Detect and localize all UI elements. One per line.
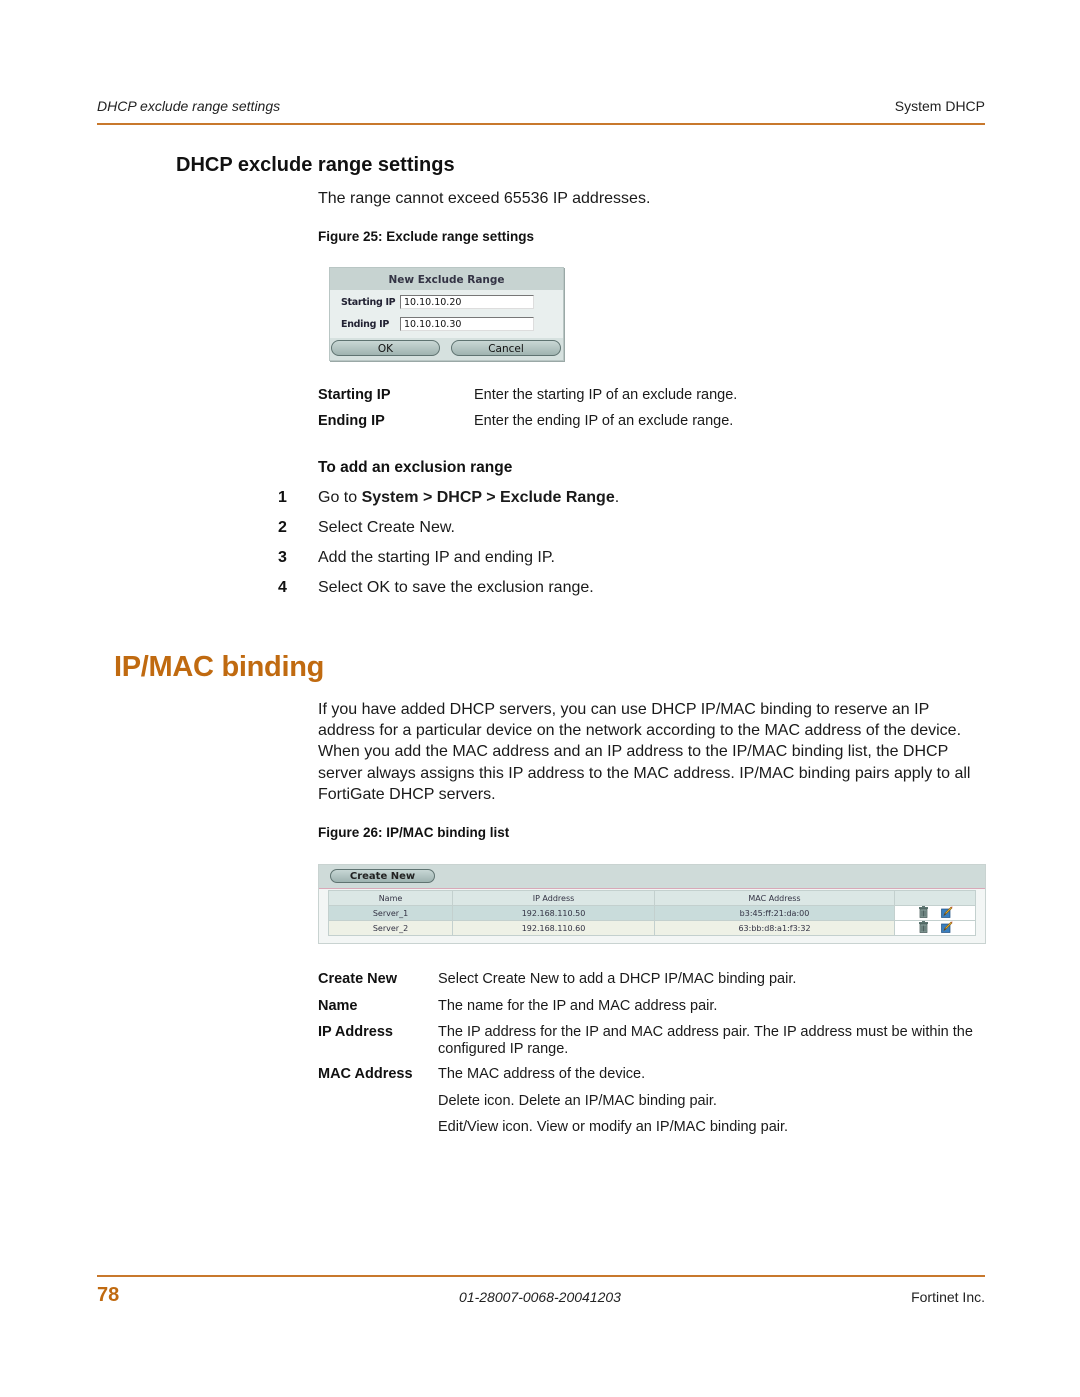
create-new-button[interactable]: Create New (330, 869, 435, 883)
starting-ip-input[interactable]: 10.10.10.20 (400, 295, 534, 309)
step-4-text: Select OK to save the exclusion range. (318, 579, 594, 596)
def-desc-name: The name for the IP and MAC address pair… (438, 998, 718, 1014)
step-2-text: Select Create New. (318, 519, 455, 536)
def-term-starting-ip: Starting IP (318, 387, 391, 403)
def-desc-ip-address: The IP address for the IP and MAC addres… (438, 1024, 973, 1057)
cell-ip: 192.168.110.60 (452, 920, 655, 936)
cell-actions (894, 920, 976, 936)
table-header-row: Name IP Address MAC Address (328, 890, 976, 906)
def-desc-create-new: Select Create New to add a DHCP IP/MAC b… (438, 971, 797, 987)
def-desc-starting-ip: Enter the starting IP of an exclude rang… (474, 387, 738, 403)
def-desc-mac-address: The MAC address of the device. (438, 1066, 646, 1082)
col-header-ip[interactable]: IP Address (452, 890, 655, 906)
ok-button[interactable]: OK (331, 340, 440, 356)
cell-name: Server_2 (328, 920, 453, 936)
ip-mac-paragraph: If you have added DHCP servers, you can … (318, 701, 971, 803)
col-header-name[interactable]: Name (328, 890, 453, 906)
step-number: 1 (278, 489, 287, 506)
figure-26-caption: Figure 26: IP/MAC binding list (318, 825, 510, 840)
dialog-title: New Exclude Range (330, 268, 563, 290)
ending-ip-label: Ending IP (341, 319, 389, 330)
intro-text: The range cannot exceed 65536 IP address… (318, 190, 651, 207)
cell-ip: 192.168.110.50 (452, 905, 655, 921)
cancel-button[interactable]: Cancel (451, 340, 561, 356)
header-rule (97, 123, 985, 125)
company-name: Fortinet Inc. (911, 1289, 985, 1305)
figure-25-caption: Figure 25: Exclude range settings (318, 229, 535, 244)
ending-ip-input[interactable]: 10.10.10.30 (400, 317, 534, 331)
step-1-text: Go to System > DHCP > Exclude Range. (318, 489, 619, 507)
list-toolbar: Create New (319, 865, 985, 889)
section-title-exclude-range: DHCP exclude range settings (176, 154, 455, 176)
edit-icon[interactable] (940, 921, 953, 935)
delete-icon[interactable] (918, 921, 929, 935)
cell-mac: 63:bb:d8:a1:f3:32 (654, 920, 895, 936)
col-header-mac[interactable]: MAC Address (654, 890, 895, 906)
def-term-ending-ip: Ending IP (318, 413, 385, 429)
step-number: 2 (278, 519, 287, 536)
def-term-ip-address: IP Address (318, 1024, 393, 1040)
running-header-right: System DHCP (894, 98, 985, 114)
col-header-actions (894, 890, 976, 906)
section-title-ip-mac-binding: IP/MAC binding (114, 651, 325, 683)
new-exclude-range-dialog: New Exclude Range Starting IP 10.10.10.2… (329, 267, 564, 361)
step-number: 3 (278, 549, 287, 566)
edit-icon[interactable] (940, 906, 953, 920)
def-term-mac-address: MAC Address (318, 1066, 413, 1082)
step-1-suffix: . (614, 489, 620, 506)
binding-table: Name IP Address MAC Address Server_1 192… (328, 890, 976, 936)
cell-mac: b3:45:ff:21:da:00 (654, 905, 895, 921)
cell-name: Server_1 (328, 905, 453, 921)
def-desc-edit-icon: Edit/View icon. View or modify an IP/MAC… (438, 1119, 789, 1135)
step-1-prefix: Go to (318, 489, 362, 506)
ip-mac-binding-list: Create New Name IP Address MAC Address S… (318, 864, 986, 944)
delete-icon[interactable] (918, 906, 929, 920)
footer-rule (97, 1275, 985, 1277)
table-row: Server_1 192.168.110.50 b3:45:ff:21:da:0… (328, 905, 976, 921)
procedure-title: To add an exclusion range (318, 459, 513, 476)
table-row: Server_2 192.168.110.60 63:bb:d8:a1:f3:3… (328, 920, 976, 936)
running-header-left: DHCP exclude range settings (97, 98, 281, 114)
step-number: 4 (278, 579, 287, 596)
dialog-body: Starting IP 10.10.10.20 Ending IP 10.10.… (330, 290, 563, 338)
menu-path: System > DHCP > Exclude Range (361, 489, 615, 506)
starting-ip-label: Starting IP (341, 297, 396, 308)
def-desc-ending-ip: Enter the ending IP of an exclude range. (474, 413, 734, 429)
def-term-create-new: Create New (318, 971, 397, 987)
def-term-name: Name (318, 998, 358, 1014)
step-3-text: Add the starting IP and ending IP. (318, 549, 555, 566)
def-desc-delete-icon: Delete icon. Delete an IP/MAC binding pa… (438, 1093, 717, 1109)
cell-actions (894, 905, 976, 921)
